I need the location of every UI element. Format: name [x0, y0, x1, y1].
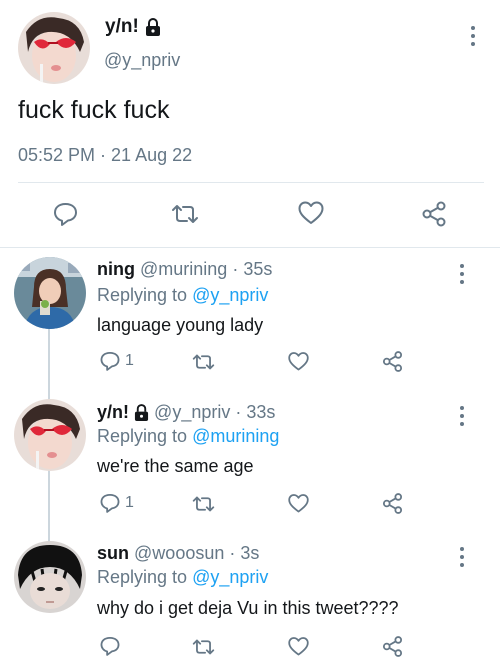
reply-1-header: ning @murining · 35s: [97, 259, 272, 280]
replying-label: Replying to: [97, 426, 188, 446]
replying-label: Replying to: [97, 285, 188, 305]
reply-1-replying-to: Replying to @y_npriv: [97, 285, 268, 306]
share-button[interactable]: [381, 350, 404, 373]
reply-icon: [54, 203, 77, 226]
separator-dot: ·: [229, 543, 236, 563]
reply-button[interactable]: [99, 635, 121, 657]
share-button[interactable]: [381, 635, 404, 658]
thread-line: [48, 470, 50, 542]
reply-count: 1: [125, 494, 134, 511]
reply-button[interactable]: 1: [99, 492, 134, 514]
reply-2-text: we're the same age: [97, 456, 254, 476]
retweet-button[interactable]: [191, 353, 216, 371]
more-options-icon[interactable]: [452, 543, 472, 571]
replying-to-link[interactable]: @y_npriv: [192, 285, 268, 305]
like-button[interactable]: [287, 636, 310, 657]
main-author-name[interactable]: y/n!: [105, 16, 161, 38]
reply-3-text: why do i get deja Vu in this tweet????: [97, 598, 399, 618]
reply-1-text: language young lady: [97, 315, 264, 335]
more-options-icon[interactable]: [463, 22, 483, 50]
heart-icon: [288, 637, 309, 656]
retweet-icon: [192, 496, 215, 512]
reply-button[interactable]: 1: [99, 350, 134, 372]
more-options-icon[interactable]: [452, 402, 472, 430]
share-icon: [382, 351, 403, 372]
main-author-name-text: y/n!: [105, 16, 139, 37]
main-tweet-text: fuck fuck fuck: [18, 96, 170, 124]
lock-icon: [134, 404, 149, 421]
main-author-avatar[interactable]: [18, 12, 90, 84]
retweet-button[interactable]: [170, 203, 200, 225]
share-icon: [382, 636, 403, 657]
replying-to-link[interactable]: @y_npriv: [192, 567, 268, 587]
heart-icon: [288, 494, 309, 513]
retweet-icon: [192, 639, 215, 655]
lock-icon: [145, 18, 160, 36]
heart-icon: [288, 352, 309, 371]
more-options-icon[interactable]: [452, 260, 472, 288]
reply-3-handle[interactable]: @wooosun: [134, 543, 224, 564]
reply-icon: [100, 351, 120, 371]
like-button[interactable]: [297, 200, 325, 226]
share-icon: [422, 201, 446, 227]
separator-dot: ·: [235, 402, 242, 422]
retweet-button[interactable]: [191, 495, 216, 513]
reply-icon: [100, 493, 120, 513]
retweet-button[interactable]: [191, 638, 216, 656]
reply-2-handle[interactable]: @y_npriv: [154, 402, 230, 423]
reply-3-time[interactable]: 3s: [240, 543, 259, 564]
reply-1-avatar[interactable]: [14, 257, 86, 329]
share-button[interactable]: [420, 200, 448, 228]
reply-1-name[interactable]: ning: [97, 259, 135, 280]
reply-3-avatar[interactable]: [14, 541, 86, 613]
share-icon: [382, 493, 403, 514]
retweet-icon: [192, 354, 215, 370]
reply-3-name[interactable]: sun: [97, 543, 129, 564]
reply-2-replying-to: Replying to @murining: [97, 426, 279, 447]
reply-1-handle[interactable]: @murining: [140, 259, 227, 280]
reply-2-time[interactable]: 33s: [246, 402, 275, 423]
separator-dot: ·: [232, 259, 239, 279]
main-author-handle[interactable]: @y_npriv: [104, 50, 180, 71]
reply-3-header: sun @wooosun · 3s: [97, 543, 259, 564]
like-button[interactable]: [287, 351, 310, 372]
replying-label: Replying to: [97, 567, 188, 587]
reply-count: 1: [125, 352, 134, 369]
retweet-icon: [172, 205, 198, 223]
main-tweet-timestamp[interactable]: 05:52 PM · 21 Aug 22: [18, 145, 192, 166]
reply-button[interactable]: [52, 201, 79, 227]
like-button[interactable]: [287, 493, 310, 514]
reply-2-name[interactable]: y/n!: [97, 402, 129, 423]
reply-2-avatar[interactable]: [14, 399, 86, 471]
reply-1-time[interactable]: 35s: [243, 259, 272, 280]
reply-3-replying-to: Replying to @y_npriv: [97, 567, 268, 588]
share-button[interactable]: [381, 492, 404, 515]
reply-2-header: y/n! @y_npriv · 33s: [97, 402, 275, 423]
heart-icon: [298, 201, 324, 224]
reply-icon: [100, 636, 120, 656]
replying-to-link[interactable]: @murining: [192, 426, 279, 446]
divider: [18, 182, 484, 183]
thread-line: [48, 328, 50, 400]
divider: [0, 247, 500, 248]
